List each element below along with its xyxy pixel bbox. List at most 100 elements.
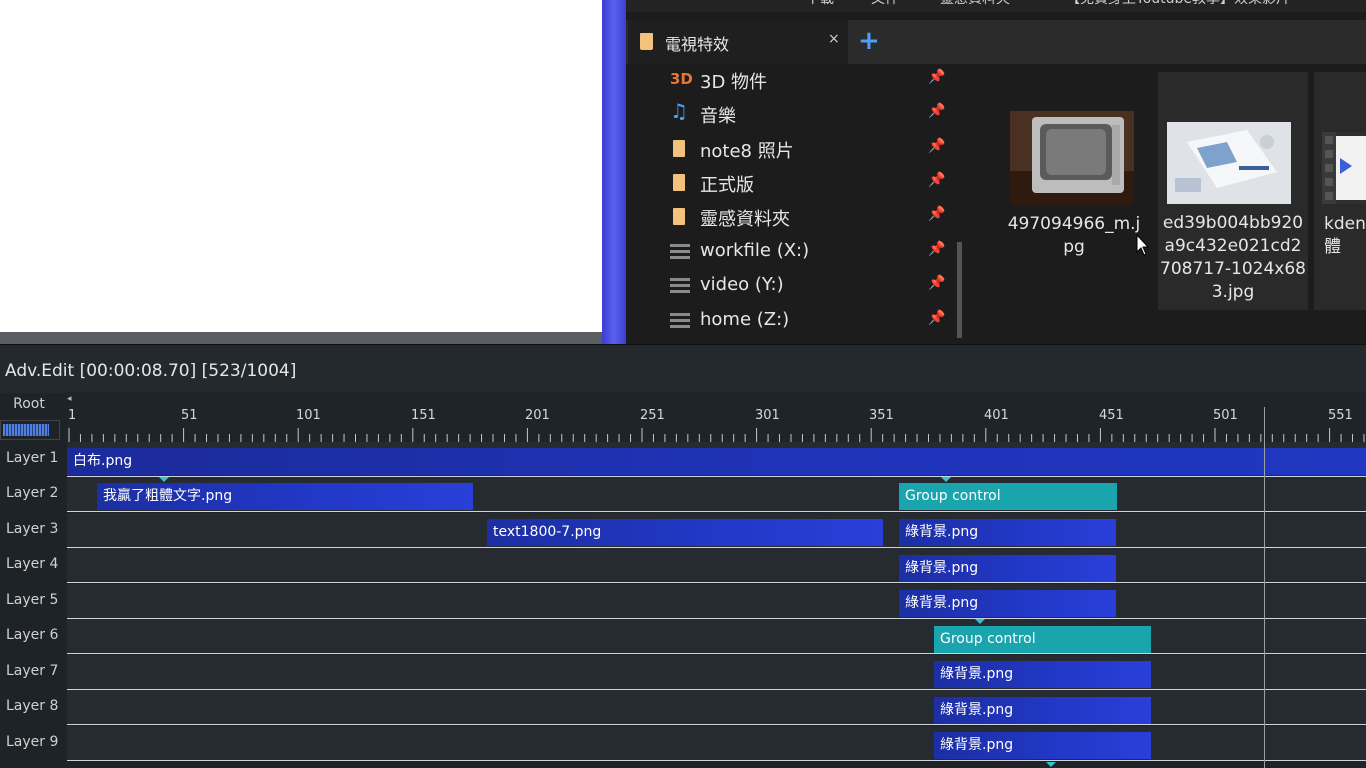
- preview-divider[interactable]: [0, 332, 626, 344]
- ruler-label: 451: [1099, 408, 1124, 423]
- layer-track[interactable]: 綠背景.png: [67, 690, 1366, 725]
- nav-item-label: 正式版: [700, 175, 754, 196]
- folder-icon: [670, 207, 694, 227]
- timeline-clip[interactable]: 我贏了粗體文字.png: [97, 483, 473, 510]
- nav-item-home-drive[interactable]: home (Z:) 📌: [670, 306, 960, 336]
- navigation-pane: 3D 3D 物件 📌 ♫ 音樂 📌 note8 照片 📌 正式版 📌 靈感資料夾…: [626, 64, 966, 344]
- timeline-clip[interactable]: 綠背景.png: [899, 519, 1116, 546]
- nav-item-release[interactable]: 正式版 📌: [670, 168, 960, 198]
- quick-downloads[interactable]: 下載: [806, 0, 834, 8]
- file-item[interactable]: 497094966_m.jpg: [1004, 72, 1144, 310]
- drive-icon: [670, 311, 694, 331]
- pin-icon[interactable]: 📌: [928, 275, 945, 291]
- nav-item-note8-photos[interactable]: note8 照片 📌: [670, 134, 960, 164]
- nav-item-music[interactable]: ♫ 音樂 📌: [670, 99, 960, 129]
- layer-track[interactable]: 白布.png: [67, 442, 1366, 477]
- timeline-ruler[interactable]: ◂ 1 51 101 151 201 251 301 351 401 451 5…: [67, 392, 1366, 442]
- pin-icon[interactable]: 📌: [928, 241, 945, 257]
- keyframe-marker-icon[interactable]: [1046, 762, 1056, 767]
- tv-photo-thumbnail: [1010, 111, 1134, 205]
- layer-label: Layer 1: [6, 450, 59, 466]
- ruler-label: 301: [755, 408, 780, 423]
- tab-tv-effects[interactable]: 電視特效 ×: [628, 20, 848, 64]
- timeline-clip[interactable]: 綠背景.png: [899, 590, 1116, 617]
- layer-track[interactable]: Group control: [67, 619, 1366, 654]
- timeline-clip[interactable]: text1800-7.png: [487, 519, 883, 546]
- timeline-clip[interactable]: 綠背景.png: [934, 697, 1151, 724]
- nav-item-label: 3D 物件: [700, 72, 768, 93]
- timeline-header: Adv.Edit [00:00:08.70] [523/1004]: [0, 344, 1366, 393]
- ruler-scroll-left-icon[interactable]: ◂: [67, 392, 77, 406]
- layer-label: Layer 9: [6, 734, 59, 750]
- keyframe-marker-icon[interactable]: [975, 619, 985, 624]
- nav-item-label: note8 照片: [700, 141, 794, 162]
- video-file-thumbnail: [1322, 132, 1366, 204]
- layer-track[interactable]: 綠背景.png: [67, 655, 1366, 690]
- layer-label: Layer 5: [6, 592, 59, 608]
- pin-icon[interactable]: 📌: [928, 206, 945, 222]
- root-overview-bar[interactable]: [0, 420, 60, 440]
- keyframe-marker-icon[interactable]: [159, 477, 169, 482]
- nav-item-label: home (Z:): [700, 309, 790, 330]
- layer-track[interactable]: text1800-7.png 綠背景.png: [67, 513, 1366, 548]
- ruler-label: 51: [181, 408, 198, 423]
- ruler-label: 151: [411, 408, 436, 423]
- timeline-clip[interactable]: 白布.png: [67, 448, 1366, 475]
- 3d-objects-icon: 3D: [670, 70, 693, 88]
- timeline-clip[interactable]: 綠背景.png: [934, 661, 1151, 688]
- window-accent-border: [602, 0, 626, 344]
- file-name: kden軟體: [1324, 214, 1366, 257]
- layer-label: Layer 8: [6, 698, 59, 714]
- nav-scrollbar[interactable]: [957, 242, 962, 338]
- pin-icon[interactable]: 📌: [928, 103, 945, 119]
- tab-label: 電視特效: [665, 35, 730, 54]
- quick-access-bar: < 下載 文件 靈感資料夾 【免費身上Youtube教學】效果影片: [626, 0, 1366, 12]
- desk-photo-thumbnail: [1167, 122, 1291, 204]
- layer-label: Layer 2: [6, 485, 59, 501]
- nav-item-label: 音樂: [700, 106, 736, 127]
- pin-icon[interactable]: 📌: [928, 172, 945, 188]
- keyframe-marker-icon[interactable]: [941, 477, 951, 482]
- nav-item-workfile-drive[interactable]: workfile (X:) 📌: [670, 237, 960, 267]
- timeline-title: Adv.Edit [00:00:08.70] [523/1004]: [5, 361, 297, 381]
- folder-icon: [670, 173, 694, 193]
- layer-label: Layer 4: [6, 556, 59, 572]
- timeline-clip[interactable]: 綠背景.png: [899, 555, 1116, 582]
- group-control-clip[interactable]: Group control: [934, 626, 1151, 653]
- preview-canvas: [0, 0, 602, 332]
- quick-documents[interactable]: 文件: [871, 0, 899, 8]
- group-control-clip[interactable]: Group control: [899, 483, 1117, 510]
- file-item-selected[interactable]: ed39b004bb920a9c432e021cd2708717-1024x68…: [1158, 72, 1308, 310]
- layer-label: Layer 7: [6, 663, 59, 679]
- quick-inspiration[interactable]: 靈感資料夾: [940, 0, 1010, 8]
- ruler-label: 101: [296, 408, 321, 423]
- quick-youtube[interactable]: 【免費身上Youtube教學】效果影片: [1066, 0, 1290, 8]
- ruler-ticks: [68, 428, 1365, 442]
- quick-back[interactable]: <: [646, 0, 658, 4]
- pin-icon[interactable]: 📌: [928, 138, 945, 154]
- layer-label: Layer 6: [6, 627, 59, 643]
- file-name: ed39b004bb920a9c432e021cd2708717-1024x68…: [1160, 213, 1306, 302]
- tab-close-button[interactable]: ×: [828, 31, 840, 47]
- nav-item-label: video (Y:): [700, 274, 784, 295]
- timeline-clip[interactable]: 綠背景.png: [934, 732, 1151, 759]
- ruler-label: 501: [1213, 408, 1238, 423]
- pin-icon[interactable]: 📌: [928, 310, 945, 326]
- file-explorer-window: < 下載 文件 靈感資料夾 【免費身上Youtube教學】效果影片 電視特效 ×…: [626, 0, 1366, 344]
- root-overview-fill: [3, 424, 49, 436]
- layer-track[interactable]: 我贏了粗體文字.png Group control: [67, 477, 1366, 512]
- pin-icon[interactable]: 📌: [928, 69, 945, 85]
- layer-track[interactable]: 綠背景.png: [67, 726, 1366, 767]
- nav-item-3d-objects[interactable]: 3D 3D 物件 📌: [670, 65, 960, 95]
- music-icon: ♫: [670, 99, 688, 123]
- file-item[interactable]: kden軟體: [1314, 72, 1366, 310]
- nav-item-video-drive[interactable]: video (Y:) 📌: [670, 271, 960, 301]
- nav-item-inspiration-folder[interactable]: 靈感資料夾 📌: [670, 202, 960, 232]
- playhead-line[interactable]: [1264, 407, 1265, 768]
- layer-track[interactable]: 綠背景.png: [67, 548, 1366, 583]
- new-tab-button[interactable]: +: [858, 28, 880, 54]
- layer-track[interactable]: 綠背景.png: [67, 584, 1366, 619]
- drive-icon: [670, 276, 694, 296]
- nav-item-label: 靈感資料夾: [700, 209, 790, 230]
- ruler-label: 551: [1328, 408, 1353, 423]
